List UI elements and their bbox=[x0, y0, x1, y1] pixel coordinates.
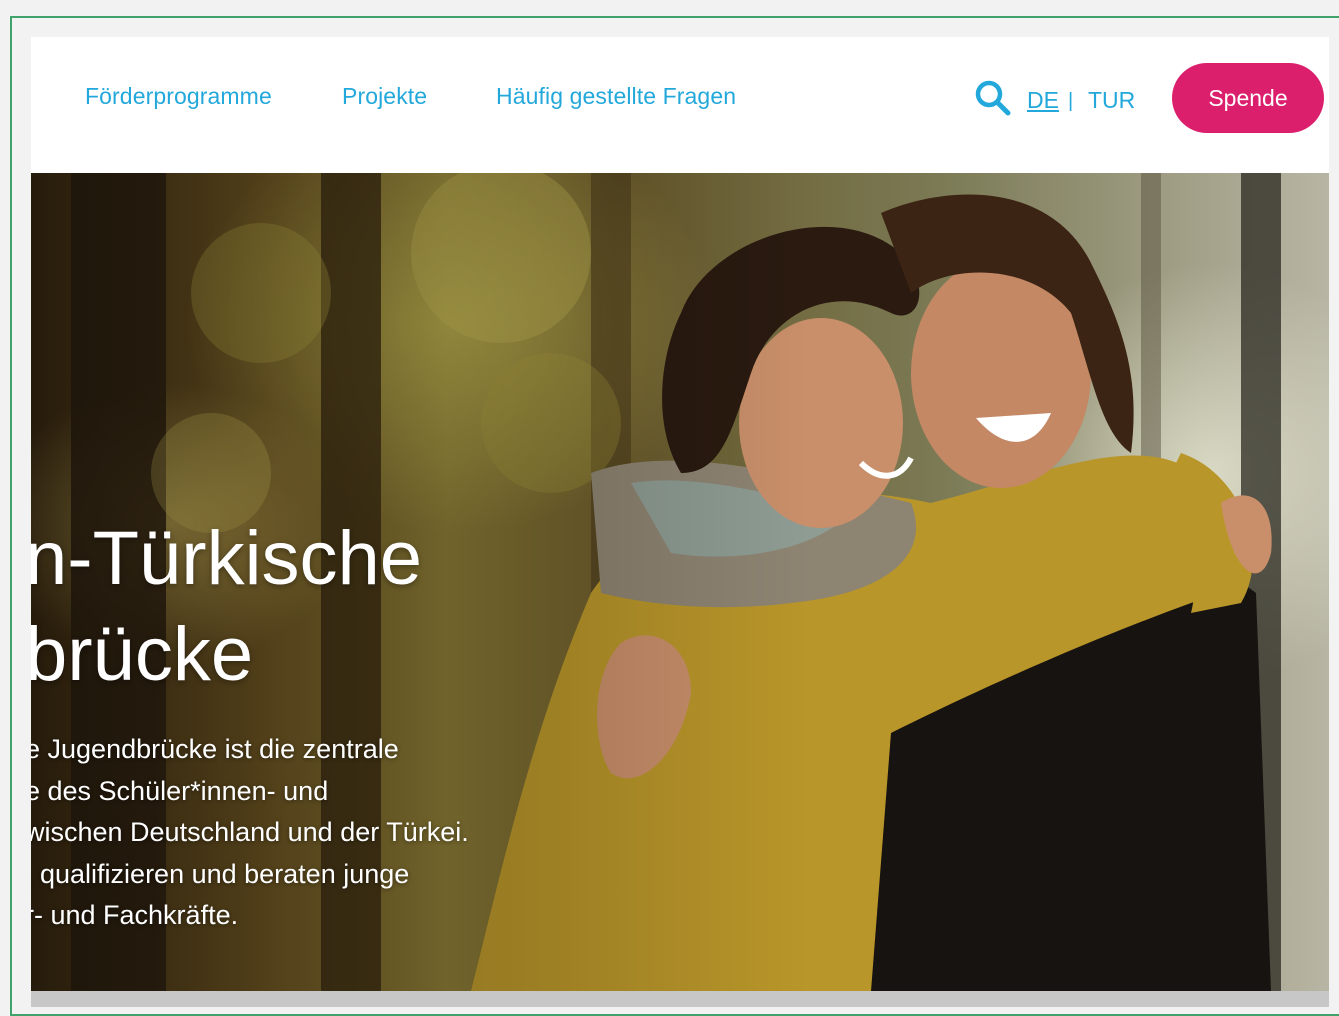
hero-title-line: n-Türkische bbox=[31, 516, 422, 601]
web-page: Förderprogramme Projekte Häufig gestellt… bbox=[31, 37, 1329, 1007]
language-de-link[interactable]: DE bbox=[1027, 87, 1059, 114]
hero-text-line: e des Schüler*innen- und bbox=[31, 775, 329, 806]
language-tur-link[interactable]: TUR bbox=[1088, 87, 1135, 114]
hero-text-line: e Jugendbrücke ist die zentrale bbox=[31, 734, 399, 764]
hero-text-line: , qualifizieren und beraten junge bbox=[31, 858, 410, 889]
hero-banner: n-Türkische brücke e Jugendbrücke ist di… bbox=[31, 173, 1329, 991]
hero-text-line: wischen Deutschland und der Türkei. bbox=[31, 817, 469, 847]
donate-button[interactable]: Spende bbox=[1172, 63, 1324, 133]
nav-link-faq[interactable]: Häufig gestellte Fragen bbox=[496, 83, 736, 110]
hero-description: e Jugendbrücke ist die zentrale e des Sc… bbox=[31, 729, 469, 937]
hero-text-line: r- und Fachkräfte. bbox=[31, 900, 239, 930]
nav-link-projekte[interactable]: Projekte bbox=[342, 83, 427, 110]
search-icon[interactable] bbox=[974, 79, 1012, 117]
nav-link-foerderprogramme[interactable]: Förderprogramme bbox=[85, 83, 272, 110]
horizontal-scrollbar[interactable] bbox=[31, 991, 1329, 1007]
hero-title: n-Türkische brücke bbox=[31, 511, 422, 703]
navbar: Förderprogramme Projekte Häufig gestellt… bbox=[31, 37, 1329, 173]
hero-title-line: brücke bbox=[31, 612, 254, 697]
language-separator: | bbox=[1068, 90, 1074, 112]
